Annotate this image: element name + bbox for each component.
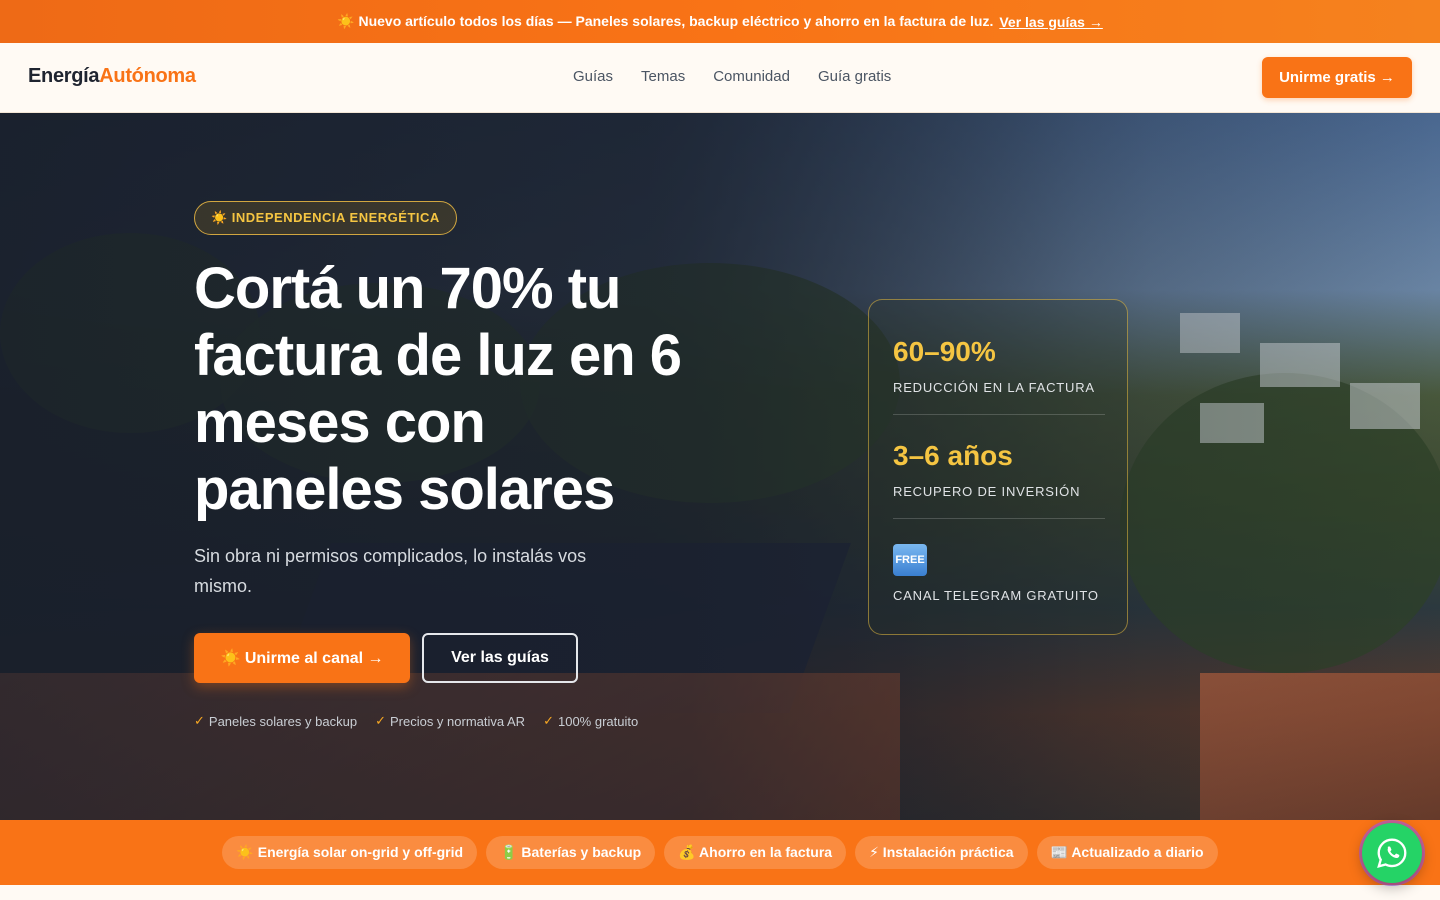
join-free-button[interactable]: Unirme gratis → xyxy=(1262,57,1412,98)
nav-guia-gratis[interactable]: Guía gratis xyxy=(818,68,891,85)
feature-pill-solar: ☀️ Energía solar on-grid y off-grid xyxy=(222,836,478,869)
feature-pill-batteries: 🔋 Baterías y backup xyxy=(486,836,656,869)
hero-checklist: ✓ Paneles solares y backup ✓ Precios y nor… xyxy=(194,713,638,729)
check-item: ✓ Paneles solares y backup xyxy=(194,713,357,729)
free-icon: FREE xyxy=(893,544,927,576)
nav-comunidad[interactable]: Comunidad xyxy=(713,68,790,85)
site-logo[interactable]: EnergíaAutónoma xyxy=(28,65,196,88)
hero-section: ☀️ INDEPENDENCIA ENERGÉTICA Cortá un 70%… xyxy=(0,113,1440,820)
stat-label: Canal Telegram gratuito xyxy=(893,588,1099,603)
join-channel-button[interactable]: ☀️ Unirme al canal → xyxy=(194,633,410,683)
stats-card: 60–90% Reducción en la factura 3–6 años … xyxy=(868,299,1128,635)
feature-pill-savings: 💰 Ahorro en la factura xyxy=(664,836,847,869)
stat-label: Recupero de inversión xyxy=(893,484,1081,499)
feature-pill-installation: ⚡ Instalación práctica xyxy=(855,836,1028,869)
feature-pill-daily: 📰 Actualizado a diario xyxy=(1036,836,1218,869)
hero-badge: ☀️ INDEPENDENCIA ENERGÉTICA xyxy=(194,201,457,235)
check-label: Paneles solares y backup xyxy=(208,713,358,729)
hero-subtitle: Sin obra ni permisos complicados, lo ins… xyxy=(194,546,587,596)
page-bottom xyxy=(0,885,1440,900)
stat-divider xyxy=(893,518,1105,519)
nav-temas[interactable]: Temas xyxy=(641,68,685,85)
check-icon: ✓ xyxy=(375,713,386,728)
announcement-bar: ☀️ Nuevo artículo todos los días — Panel… xyxy=(0,0,1440,43)
stat-value: 3–6 años xyxy=(893,440,1013,471)
check-icon: ✓ xyxy=(194,713,205,728)
nav-guias[interactable]: Guías xyxy=(573,68,613,85)
stat-telegram: FREE Canal Telegram gratuito xyxy=(893,544,1113,603)
announcement-text: ☀️ Nuevo artículo todos los días — Panel… xyxy=(337,13,994,29)
check-item: ✓ Precios y normativa AR xyxy=(375,713,525,729)
stat-value: 60–90% xyxy=(893,336,996,367)
view-guides-button[interactable]: Ver las guías xyxy=(422,633,578,683)
check-label: 100% gratuito xyxy=(557,713,639,729)
site-header: EnergíaAutónoma Guías Temas Comunidad Gu… xyxy=(0,43,1440,113)
logo-part-energia: Energía xyxy=(28,65,100,87)
logo-part-autonoma: Autónoma xyxy=(99,65,196,87)
stat-payback: 3–6 años Recupero de inversión xyxy=(893,440,1113,499)
main-nav: Guías Temas Comunidad Guía gratis xyxy=(573,68,891,85)
announcement-link[interactable]: Ver las guías → xyxy=(999,14,1103,30)
stat-reduction: 60–90% Reducción en la factura xyxy=(893,336,1113,395)
check-icon: ✓ xyxy=(543,713,554,728)
check-item: ✓ 100% gratuito xyxy=(543,713,638,729)
features-strip: ☀️ Energía solar on-grid y off-grid 🔋 Ba… xyxy=(0,820,1440,885)
stat-divider xyxy=(893,414,1105,415)
check-label: Precios y normativa AR xyxy=(389,713,526,729)
stat-label: Reducción en la factura xyxy=(893,380,1095,395)
whatsapp-button[interactable] xyxy=(1362,823,1422,883)
hero-headline: Cortá un 70% tu factura de luz en 6 mese… xyxy=(194,256,682,522)
whatsapp-icon xyxy=(1377,838,1407,868)
